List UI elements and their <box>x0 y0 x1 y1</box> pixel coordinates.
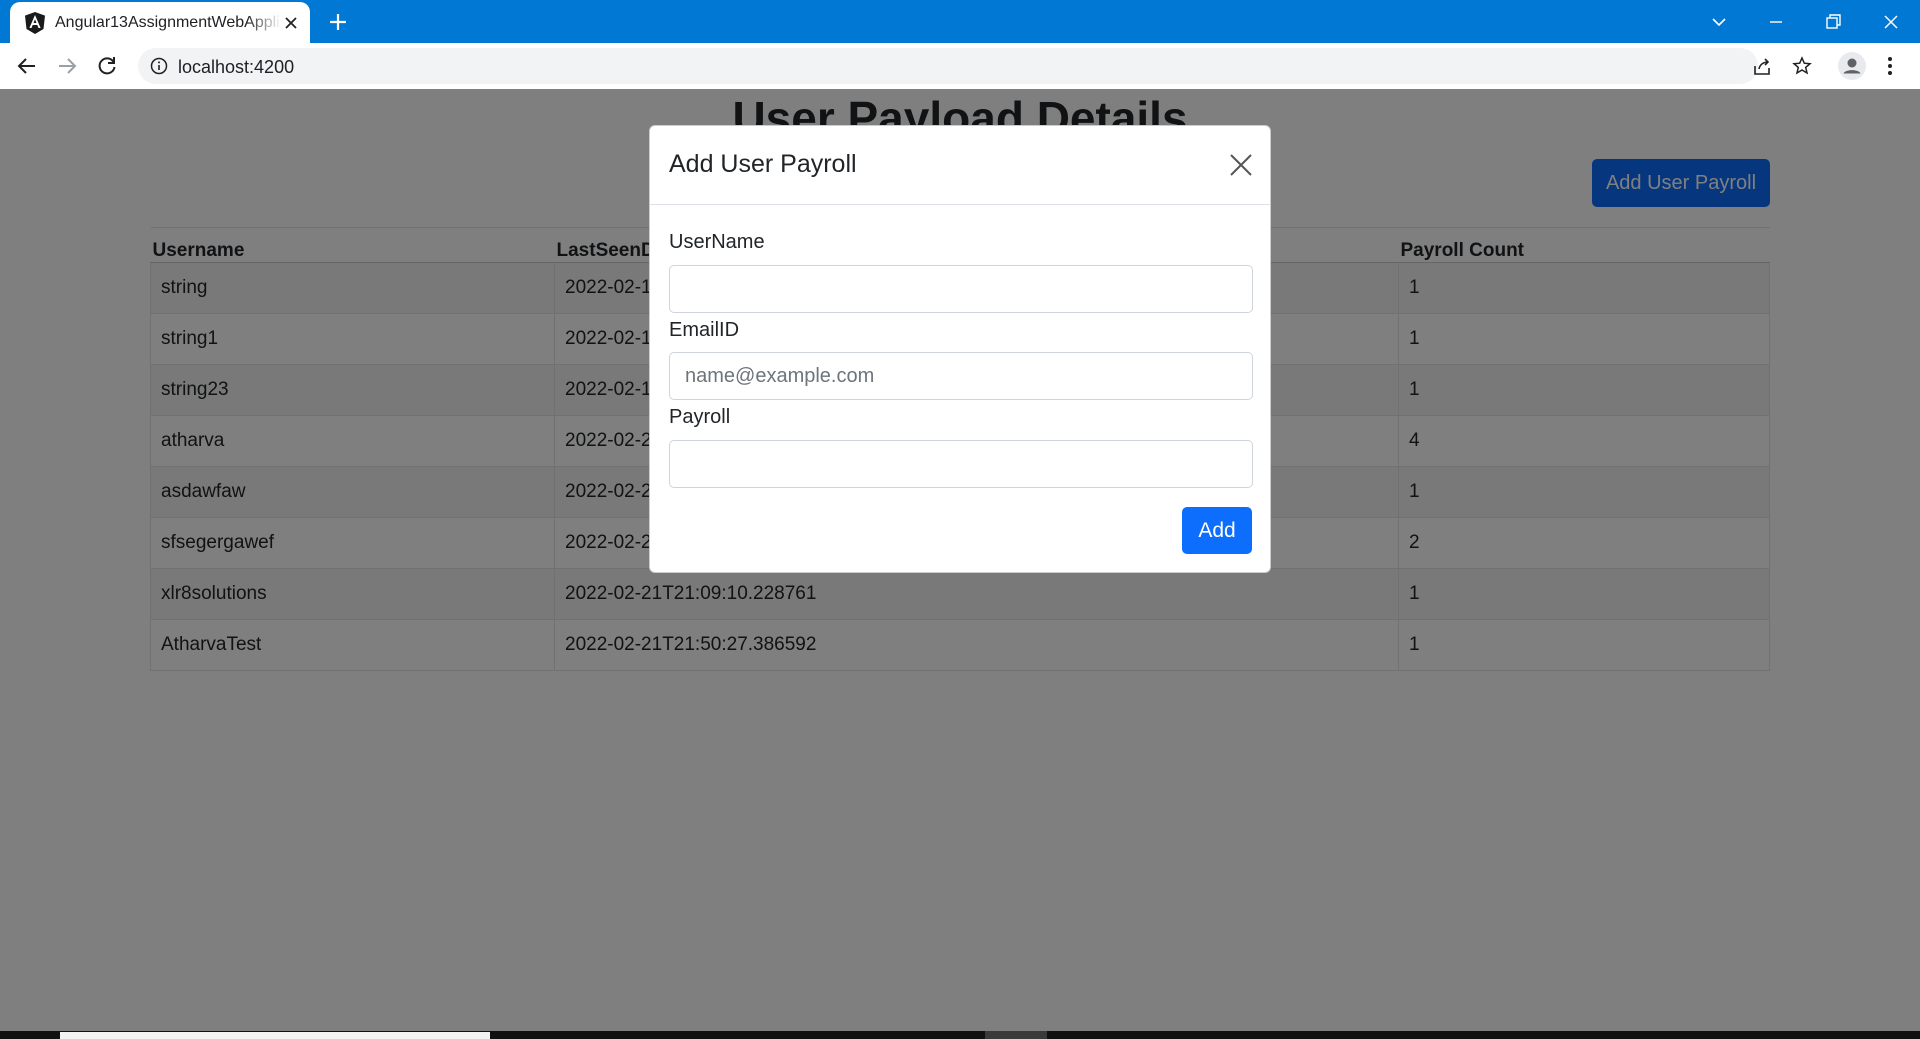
close-icon[interactable] <box>1228 152 1254 178</box>
modal-header: Add User Payroll <box>650 126 1270 205</box>
email-label: EmailID <box>669 319 740 341</box>
new-tab-icon[interactable] <box>326 10 350 34</box>
add-user-payroll-modal: Add User Payroll UserName EmailID Payrol… <box>649 125 1271 573</box>
tab-search-chevron-icon[interactable] <box>1705 8 1733 36</box>
payroll-label: Payroll <box>669 406 731 428</box>
os-taskbar <box>0 1031 1920 1039</box>
browser-menu-icon[interactable] <box>1882 53 1898 79</box>
tab-title: Angular13AssignmentWebApplication <box>55 14 281 31</box>
browser-tab[interactable]: Angular13AssignmentWebApplication <box>10 2 310 43</box>
username-input[interactable] <box>669 265 1253 313</box>
share-icon[interactable] <box>1752 57 1772 77</box>
close-tab-icon[interactable] <box>282 14 300 32</box>
address-bar: localhost:4200 <box>0 43 1920 90</box>
browser-tab-bar: Angular13AssignmentWebApplication <box>0 0 1920 43</box>
close-window-icon[interactable] <box>1877 8 1905 36</box>
profile-icon <box>1843 58 1861 74</box>
site-info-icon[interactable] <box>150 57 168 75</box>
taskbar-search-box[interactable] <box>60 1032 490 1039</box>
username-label: UserName <box>669 231 765 253</box>
modal-title: Add User Payroll <box>669 150 857 178</box>
reload-icon[interactable] <box>94 53 120 79</box>
payroll-input[interactable] <box>669 440 1253 488</box>
forward-arrow-icon[interactable] <box>54 53 80 79</box>
minimize-icon[interactable] <box>1762 8 1790 36</box>
add-button[interactable]: Add <box>1182 507 1252 554</box>
restore-window-icon[interactable] <box>1819 8 1847 36</box>
url-text: localhost:4200 <box>178 57 295 77</box>
back-arrow-icon[interactable] <box>14 53 40 79</box>
profile-avatar[interactable] <box>1838 52 1866 80</box>
email-input[interactable] <box>669 352 1253 400</box>
angular-logo-icon <box>25 12 45 34</box>
taskbar-app-item[interactable] <box>985 1031 1047 1039</box>
omnibox[interactable]: localhost:4200 <box>138 48 1812 84</box>
bookmark-star-icon[interactable] <box>1792 56 1812 76</box>
